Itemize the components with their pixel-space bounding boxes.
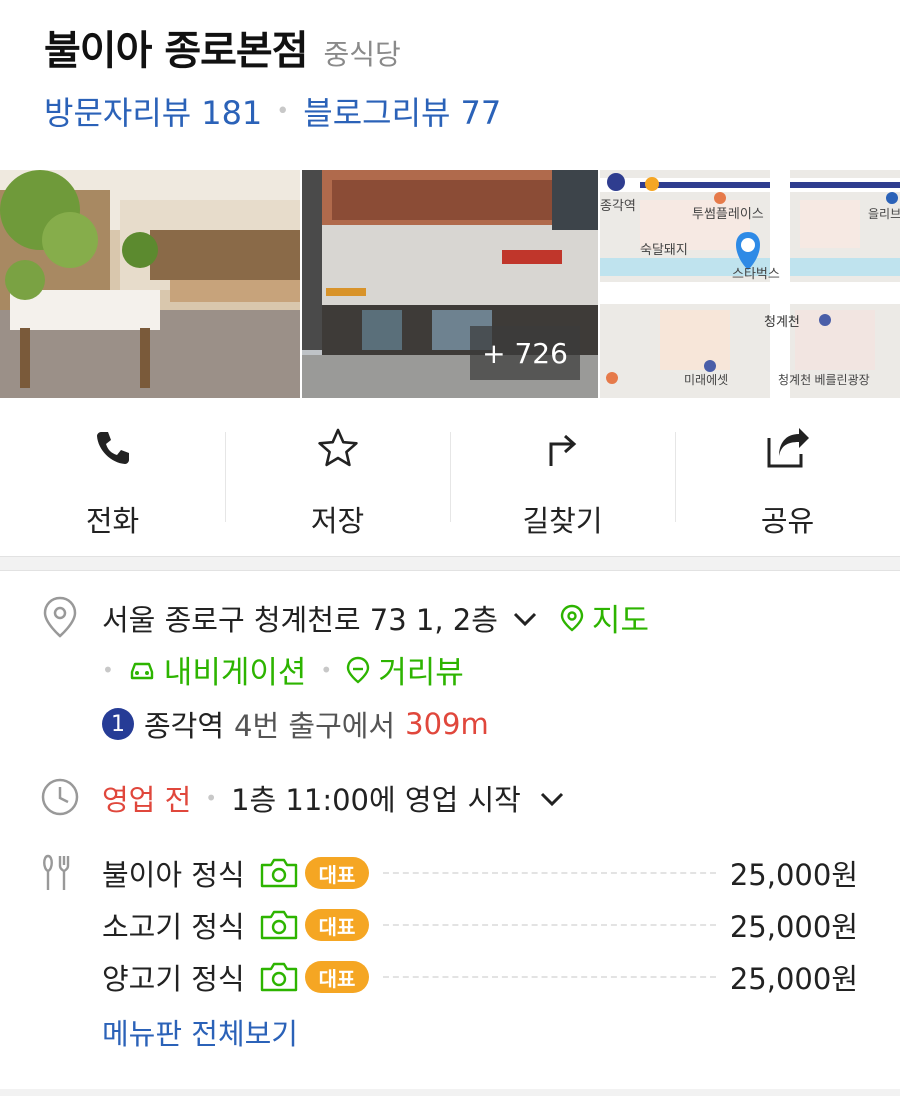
- car-icon: [128, 658, 156, 682]
- subway-exit: 4번 출구에서: [234, 709, 396, 743]
- action-bar: 전화 저장 길찾기 공유: [0, 410, 900, 540]
- blog-reviews-count: 77: [460, 94, 502, 132]
- map-pin-icon: [560, 604, 584, 632]
- directions-icon: [543, 426, 583, 470]
- fork-knife-icon: [40, 853, 76, 897]
- review-links: 방문자리뷰 181 • 블로그리뷰 77: [44, 88, 501, 134]
- map-link[interactable]: 지도: [560, 595, 649, 640]
- leader-line: [383, 924, 716, 926]
- streetview-link[interactable]: 거리뷰: [346, 647, 464, 692]
- share-label: 공유: [760, 504, 815, 538]
- hours-detail: 1층 11:00에 영업 시작: [231, 783, 521, 817]
- separator-dot: •: [320, 657, 333, 682]
- share-button[interactable]: 공유: [675, 410, 900, 540]
- visitor-reviews-label: 방문자리뷰: [44, 94, 192, 132]
- clock-icon: [40, 777, 80, 821]
- chevron-down-icon[interactable]: [512, 601, 538, 635]
- directions-label: 길찾기: [522, 504, 603, 538]
- streetview-pin-icon: [346, 656, 370, 684]
- business-status: 영업 전: [102, 783, 192, 817]
- map-label-plaza: 청계천 베를린광장: [778, 372, 870, 387]
- save-label: 저장: [310, 504, 365, 538]
- location-pin-icon: [40, 595, 80, 643]
- visitor-reviews-count: 181: [201, 94, 263, 132]
- place-category: 중식당: [323, 38, 401, 71]
- photo-exterior[interactable]: + 726: [302, 170, 598, 398]
- menu-item-name: 양고기 정식: [102, 962, 245, 996]
- subway-distance: 309m: [405, 707, 489, 741]
- place-name: 불이아 종로본점: [44, 28, 309, 74]
- menu-item-name: 소고기 정식: [102, 910, 245, 944]
- representative-badge: 대표: [304, 857, 370, 889]
- map-label-building1: 투썸플레이스: [692, 206, 764, 221]
- separator-dot: •: [276, 98, 290, 124]
- navigation-link[interactable]: 내비게이션: [128, 647, 307, 692]
- subway-row: 1 종각역 4번 출구에서 309m: [102, 703, 489, 745]
- streetview-label: 거리뷰: [378, 655, 464, 691]
- call-label: 전화: [85, 504, 140, 538]
- leader-line: [383, 872, 716, 874]
- menu-list: 불이아 정식 대표 25,000원 소고기 정식 대표 25,000원 양고기 …: [102, 847, 858, 1003]
- address-row: 서울 종로구 청계천로 73 1, 2층 지도: [102, 595, 649, 640]
- subway-station: 종각역: [144, 709, 225, 743]
- menu-item[interactable]: 양고기 정식 대표 25,000원: [102, 951, 858, 1003]
- camera-icon: [259, 961, 299, 993]
- map-label-building2: 숙달돼지: [640, 242, 688, 257]
- separator-dot: •: [205, 786, 218, 810]
- call-button[interactable]: 전화: [0, 410, 225, 540]
- representative-badge: 대표: [304, 909, 370, 941]
- save-button[interactable]: 저장: [225, 410, 450, 540]
- directions-button[interactable]: 길찾기: [450, 410, 675, 540]
- share-icon: [765, 426, 811, 470]
- menu-item[interactable]: 소고기 정식 대표 25,000원: [102, 899, 858, 951]
- photo-interior[interactable]: [0, 170, 300, 398]
- visitor-reviews-link[interactable]: 방문자리뷰 181: [44, 88, 262, 134]
- subway-line-badge: 1: [102, 708, 134, 740]
- menu-item-price: 25,000원: [729, 910, 858, 944]
- menu-item-price: 25,000원: [729, 858, 858, 892]
- blog-reviews-label: 블로그리뷰: [303, 94, 451, 132]
- separator-dot: •: [102, 657, 114, 682]
- menu-item[interactable]: 불이아 정식 대표 25,000원: [102, 847, 858, 899]
- hours-row[interactable]: 영업 전 • 1층 11:00에 영업 시작: [102, 777, 565, 819]
- map-label-other: 미래에셋: [684, 373, 728, 387]
- map-image: 종각역 투썸플레이스 숙달돼지 스타벅스 청계천 청계천 베를린광장 미래에셋 …: [600, 170, 900, 398]
- map-label-other2: 을리브: [868, 207, 900, 221]
- phone-icon: [93, 426, 133, 470]
- place-header-card: 불이아 종로본점 중식당 방문자리뷰 181 • 블로그리뷰 77 + 726 …: [0, 0, 900, 557]
- map-link-label: 지도: [591, 603, 649, 639]
- representative-badge: 대표: [304, 961, 370, 993]
- menu-item-name: 불이아 정식: [102, 858, 245, 892]
- map-thumbnail[interactable]: 종각역 투썸플레이스 숙달돼지 스타벅스 청계천 청계천 베를린광장 미래에셋 …: [600, 170, 900, 398]
- menu-item-price: 25,000원: [729, 962, 858, 996]
- chevron-down-icon[interactable]: [539, 781, 565, 815]
- view-full-menu-link[interactable]: 메뉴판 전체보기: [102, 1011, 298, 1053]
- interior-image: [0, 170, 300, 398]
- camera-icon: [259, 909, 299, 941]
- map-label-building3: 스타벅스: [732, 266, 780, 281]
- map-label-station: 종각역: [600, 198, 636, 213]
- camera-icon: [259, 857, 299, 889]
- star-icon: [316, 426, 360, 470]
- leader-line: [383, 976, 716, 978]
- navigation-label: 내비게이션: [163, 655, 307, 691]
- more-photos-badge[interactable]: + 726: [470, 326, 580, 380]
- map-label-stream: 청계천: [764, 314, 800, 329]
- blog-reviews-link[interactable]: 블로그리뷰 77: [303, 88, 501, 134]
- place-info-card: 서울 종로구 청계천로 73 1, 2층 지도 • 내비게이션 • 거리뷰 1: [0, 570, 900, 1089]
- title-row: 불이아 종로본점 중식당: [44, 18, 401, 76]
- address-text: 서울 종로구 청계천로 73 1, 2층: [102, 602, 498, 637]
- photo-strip: + 726 종각역 투썸플레이스 숙달돼지 스타벅스 청계천 청계천 베를린광장…: [0, 170, 900, 398]
- address-links-row: • 내비게이션 • 거리뷰: [102, 647, 464, 692]
